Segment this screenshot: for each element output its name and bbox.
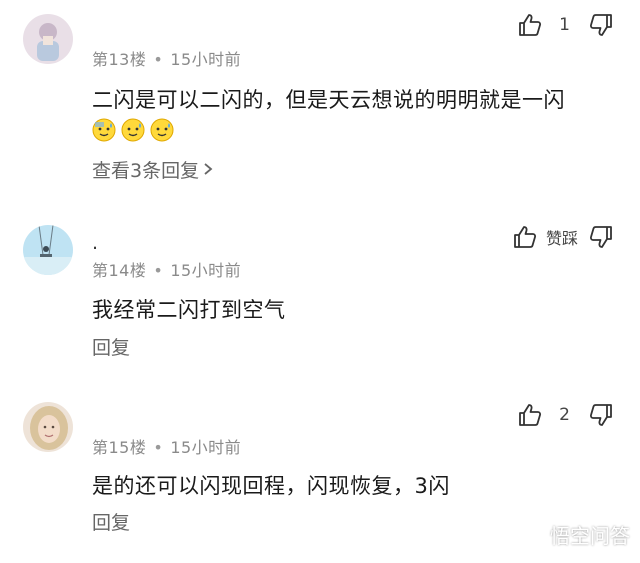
floor-time-meta: 第13楼 • 15小时前 [92,46,241,70]
thumbs-up-icon[interactable] [517,402,543,428]
watermark: 悟空问答 [520,520,630,549]
floor-time-meta: 第14楼 • 15小时前 [92,257,241,281]
timestamp: 15小时前 [170,50,242,69]
thumbs-down-icon[interactable] [588,12,614,38]
thumbs-down-icon[interactable] [588,224,614,250]
chevron-right-icon [203,159,213,181]
like-count: 2 [559,405,570,425]
floor-number: 第13楼 [92,50,147,69]
separator-dot: • [153,50,164,69]
avatar[interactable] [23,225,73,275]
username[interactable]: . [92,232,98,254]
like-count: 1 [559,15,570,35]
reply-label: 回复 [92,512,131,534]
view-replies-link[interactable]: 查看3条回复 [92,156,213,183]
floor-number: 第14楼 [92,261,147,280]
watermark-text: 悟空问答 [550,524,630,548]
like-label: 赞踩 [545,229,578,248]
vote-actions: 2 [517,402,614,428]
thumbs-up-icon[interactable] [517,12,543,38]
sweat-smile-emoji-icon [121,118,145,142]
timestamp: 15小时前 [170,261,242,280]
vote-actions: 赞踩 [512,224,614,250]
reply-link[interactable]: 回复 [92,333,130,360]
sweat-smile-emoji-icon [150,118,174,142]
comment-text: 我经常二闪打到空气 [92,298,286,322]
floor-time-meta: 第15楼 • 15小时前 [92,434,241,458]
floor-number: 第15楼 [92,438,147,457]
wukong-logo-icon [520,523,546,547]
vote-actions: 1 [517,12,614,38]
separator-dot: • [153,261,164,280]
sweat-smile-emoji-icon [92,118,116,142]
reply-link[interactable]: 回复 [92,508,130,535]
comment-text: 二闪是可以二闪的，但是天云想说的明明就是一闪 [92,88,565,112]
reply-label: 回复 [92,337,131,359]
timestamp: 15小时前 [170,438,242,457]
emoji-row [92,118,174,142]
avatar[interactable] [23,402,73,452]
thumbs-up-icon[interactable] [512,224,538,250]
view-replies-label: 查看3条回复 [92,160,200,182]
avatar[interactable] [23,14,73,64]
comment-text: 是的还可以闪现回程，闪现恢复，3闪 [92,474,450,498]
separator-dot: • [153,438,164,457]
thumbs-down-icon[interactable] [588,402,614,428]
